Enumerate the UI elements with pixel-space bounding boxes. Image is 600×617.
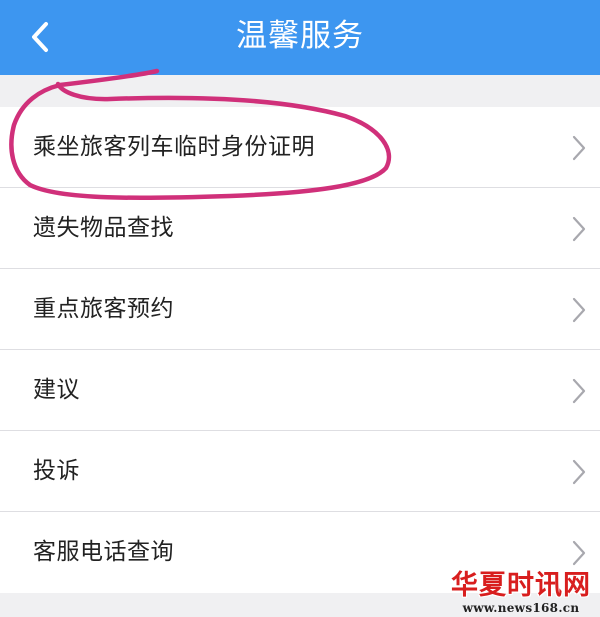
- menu-item-label: 乘坐旅客列车临时身份证明: [33, 134, 315, 160]
- top-bar: 温馨服务: [0, 0, 600, 75]
- bottom-spacer: [0, 597, 600, 617]
- chevron-right-icon: [572, 216, 586, 242]
- chevron-right-icon: [572, 135, 586, 161]
- menu-item-customer-service-phone[interactable]: 客服电话查询: [0, 512, 600, 593]
- page-title: 温馨服务: [236, 18, 364, 54]
- menu-item-label: 建议: [33, 377, 80, 403]
- menu-item-label: 遗失物品查找: [33, 215, 174, 241]
- menu-item-temporary-id[interactable]: 乘坐旅客列车临时身份证明: [0, 107, 600, 188]
- menu-item-label: 重点旅客预约: [33, 296, 174, 322]
- menu-item-label: 客服电话查询: [33, 539, 174, 565]
- service-menu-list: 乘坐旅客列车临时身份证明 遗失物品查找 重点旅客预约 建议 投诉 客服电话查询: [0, 107, 600, 593]
- menu-item-suggestion[interactable]: 建议: [0, 350, 600, 431]
- chevron-right-icon: [572, 540, 586, 566]
- menu-item-priority-passenger-booking[interactable]: 重点旅客预约: [0, 269, 600, 350]
- chevron-right-icon: [572, 459, 586, 485]
- chevron-right-icon: [572, 297, 586, 323]
- menu-item-lost-and-found[interactable]: 遗失物品查找: [0, 188, 600, 269]
- menu-item-label: 投诉: [33, 458, 80, 484]
- chevron-right-icon: [572, 378, 586, 404]
- menu-item-complaint[interactable]: 投诉: [0, 431, 600, 512]
